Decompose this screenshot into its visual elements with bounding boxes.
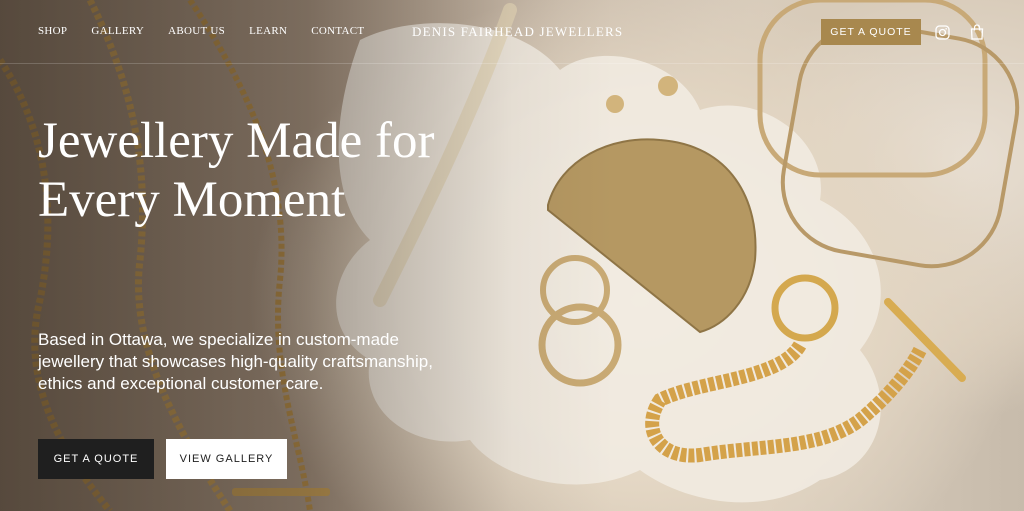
nav-gallery[interactable]: GALLERY bbox=[91, 25, 144, 37]
site-header: SHOP GALLERY ABOUT US LEARN CONTACT DENI… bbox=[0, 0, 1024, 64]
hero-subtext: Based in Ottawa, we specialize in custom… bbox=[38, 330, 433, 393]
header-get-a-quote-button[interactable]: GET A QUOTE bbox=[821, 19, 921, 45]
nav-learn[interactable]: LEARN bbox=[249, 25, 287, 37]
nav-shop[interactable]: SHOP bbox=[38, 25, 67, 37]
instagram-icon[interactable] bbox=[933, 23, 951, 41]
nav-about-us[interactable]: ABOUT US bbox=[168, 25, 225, 37]
main-nav: SHOP GALLERY ABOUT US LEARN CONTACT bbox=[38, 25, 364, 37]
get-a-quote-button[interactable]: GET A QUOTE bbox=[38, 439, 154, 479]
view-gallery-button[interactable]: VIEW GALLERY bbox=[166, 439, 287, 479]
nav-contact[interactable]: CONTACT bbox=[311, 25, 364, 37]
shopping-bag-icon[interactable] bbox=[968, 23, 986, 41]
site-logo[interactable]: DENIS FAIRHEAD JEWELLERS bbox=[412, 24, 623, 40]
hero-section bbox=[0, 0, 1024, 511]
hero-headline: Jewellery Made for Every Moment bbox=[38, 113, 435, 228]
hero-overlay bbox=[0, 0, 1024, 511]
